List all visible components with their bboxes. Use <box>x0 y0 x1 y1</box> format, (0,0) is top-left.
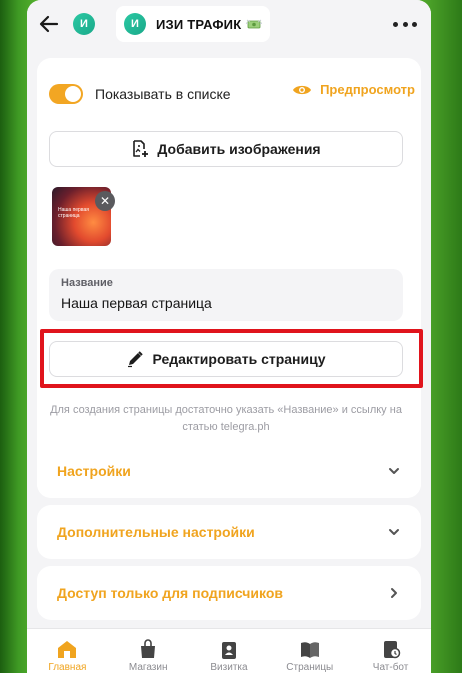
avatar[interactable]: И <box>73 13 95 35</box>
chevron-right-icon <box>391 588 397 598</box>
avatar: И <box>124 13 146 35</box>
chevron-down-icon <box>389 468 399 474</box>
subscribers-only-section[interactable]: Доступ только для подписчиков <box>37 566 421 620</box>
nav-shop[interactable]: Магазин <box>118 639 178 673</box>
arrow-left-icon <box>39 15 59 33</box>
chevron-down-icon <box>389 529 399 535</box>
bottom-navigation: Главная Магазин Визитка Страницы Чат-бот <box>27 628 431 673</box>
settings-section-title: Настройки <box>57 463 131 479</box>
app-screen: И И ИЗИ ТРАФИК Показывать в списке Предп… <box>27 0 431 673</box>
advanced-settings-title: Дополнительные настройки <box>57 524 255 540</box>
top-bar: И И ИЗИ ТРАФИК <box>27 0 431 48</box>
thumbnail-caption: Наша первая страница <box>58 207 89 219</box>
close-icon: ✕ <box>99 194 111 208</box>
dot <box>412 21 417 27</box>
name-field[interactable]: Название Наша первая страница <box>49 269 403 321</box>
nav-home-label: Главная <box>48 662 87 673</box>
home-icon <box>58 641 77 658</box>
nav-card[interactable]: Визитка <box>199 639 259 673</box>
money-with-wings-icon <box>246 19 263 29</box>
page-settings-card: Показывать в списке Предпросмотр Добавит… <box>37 58 421 498</box>
dot <box>393 21 398 27</box>
book-icon <box>300 642 319 658</box>
add-images-label: Добавить изображения <box>157 141 321 157</box>
toggle-knob <box>65 86 81 102</box>
name-field-value[interactable]: Наша первая страница <box>61 295 391 311</box>
preview-label: Предпросмотр <box>320 82 415 97</box>
settings-section[interactable]: Настройки <box>37 444 421 498</box>
name-field-label: Название <box>61 277 113 289</box>
back-button[interactable] <box>37 12 61 36</box>
nav-shop-label: Магазин <box>128 662 168 673</box>
nav-home[interactable]: Главная <box>37 639 97 673</box>
page-title: ИЗИ ТРАФИК <box>156 16 242 32</box>
bot-title-pill[interactable]: И ИЗИ ТРАФИК <box>116 6 270 42</box>
edit-page-label: Редактировать страницу <box>152 351 326 367</box>
badge-icon <box>221 642 236 659</box>
edit-page-button[interactable]: Редактировать страницу <box>49 341 403 377</box>
hint-text: Для создания страницы достаточно указать… <box>50 404 402 433</box>
nav-chatbot[interactable]: Чат-бот <box>361 639 421 673</box>
preview-button[interactable]: Предпросмотр <box>292 82 415 97</box>
nav-pages-label: Страницы <box>286 662 334 673</box>
nav-pages[interactable]: Страницы <box>280 639 340 673</box>
add-image-icon <box>133 140 149 157</box>
show-in-list-toggle[interactable] <box>49 84 83 104</box>
more-options-button[interactable] <box>393 14 417 34</box>
pencil-icon <box>128 351 144 368</box>
show-in-list-label: Показывать в списке <box>95 86 231 102</box>
show-in-list-row: Показывать в списке <box>49 84 231 104</box>
nav-chatbot-label: Чат-бот <box>372 662 409 673</box>
remove-image-button[interactable]: ✕ <box>95 191 115 211</box>
shopping-bag-icon <box>141 639 156 658</box>
advanced-settings-section[interactable]: Дополнительные настройки <box>37 505 421 559</box>
add-images-button[interactable]: Добавить изображения <box>49 131 403 167</box>
subscribers-only-title: Доступ только для подписчиков <box>57 585 284 601</box>
chat-bot-icon <box>383 641 400 659</box>
eye-icon <box>293 85 312 94</box>
nav-card-label: Визитка <box>210 662 248 673</box>
dot <box>402 21 408 27</box>
